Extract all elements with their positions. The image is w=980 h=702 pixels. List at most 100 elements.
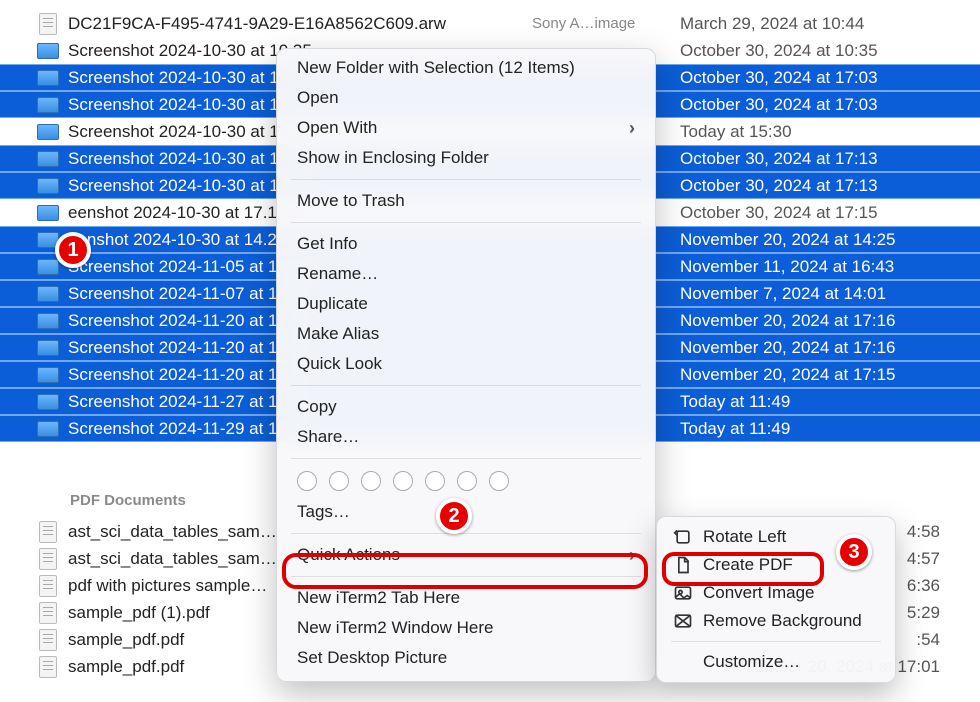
ctx-set-desktop[interactable]: Set Desktop Picture	[277, 643, 655, 673]
file-date: Today at 11:49	[680, 392, 980, 412]
ctx-iterm-window-label: New iTerm2 Window Here	[297, 617, 494, 639]
sub-create-pdf-label: Create PDF	[703, 555, 793, 575]
tag-dot[interactable]	[489, 471, 509, 491]
separator	[291, 576, 641, 577]
tag-dot[interactable]	[297, 471, 317, 491]
ctx-share[interactable]: Share…	[277, 422, 655, 452]
row-icon-cell	[34, 602, 62, 624]
screenshot-icon	[37, 124, 59, 140]
file-date: November 20, 2024 at 14:25	[680, 230, 980, 250]
ctx-open[interactable]: Open	[277, 83, 655, 113]
annotation-badge-3: 3	[836, 534, 872, 570]
ctx-iterm-tab-label: New iTerm2 Tab Here	[297, 587, 460, 609]
screenshot-icon	[37, 70, 59, 86]
ctx-share-label: Share…	[297, 426, 359, 448]
ctx-tags-label: Tags…	[297, 501, 350, 523]
file-date: November 20, 2024 at 17:15	[680, 365, 980, 385]
tag-dot[interactable]	[329, 471, 349, 491]
ctx-show-enclosing-label: Show in Enclosing Folder	[297, 147, 489, 169]
ctx-open-with-label: Open With	[297, 117, 377, 139]
file-row[interactable]: DC21F9CA-F495-4741-9A29-E16A8562C609.arw…	[0, 10, 980, 37]
ctx-iterm-window[interactable]: New iTerm2 Window Here	[277, 613, 655, 643]
ctx-duplicate[interactable]: Duplicate	[277, 289, 655, 319]
screenshot-icon	[37, 205, 59, 221]
row-icon-cell	[34, 43, 62, 59]
tag-dot[interactable]	[393, 471, 413, 491]
ctx-copy-label: Copy	[297, 396, 337, 418]
tag-dot[interactable]	[361, 471, 381, 491]
screenshot-icon	[37, 259, 59, 275]
image-icon	[673, 583, 693, 603]
row-icon-cell	[34, 286, 62, 302]
file-date: October 30, 2024 at 17:03	[680, 95, 980, 115]
file-kind: Sony A…image	[532, 15, 680, 32]
file-date: October 30, 2024 at 17:03	[680, 68, 980, 88]
sub-remove-bg-label: Remove Background	[703, 611, 862, 631]
ctx-show-enclosing[interactable]: Show in Enclosing Folder	[277, 143, 655, 173]
sub-rotate-left-label: Rotate Left	[703, 527, 786, 547]
file-date: Today at 11:49	[680, 419, 980, 439]
ctx-get-info-label: Get Info	[297, 233, 357, 255]
file-icon	[39, 13, 57, 35]
pdf-icon	[39, 656, 57, 678]
pdf-icon	[39, 548, 57, 570]
ctx-make-alias-label: Make Alias	[297, 323, 379, 345]
row-icon-cell	[34, 313, 62, 329]
screenshot-icon	[37, 43, 59, 59]
screenshot-icon	[37, 340, 59, 356]
ctx-rename[interactable]: Rename…	[277, 259, 655, 289]
ctx-open-with[interactable]: Open With ›	[277, 113, 655, 143]
tag-dot[interactable]	[457, 471, 477, 491]
row-icon-cell	[34, 205, 62, 221]
chevron-right-icon: ›	[629, 544, 635, 566]
screenshot-icon	[37, 178, 59, 194]
ctx-quick-look-label: Quick Look	[297, 353, 382, 375]
ctx-quick-look[interactable]: Quick Look	[277, 349, 655, 379]
ctx-new-folder[interactable]: New Folder with Selection (12 Items)	[277, 53, 655, 83]
screenshot-icon	[37, 97, 59, 113]
ctx-move-trash[interactable]: Move to Trash	[277, 186, 655, 216]
ctx-make-alias[interactable]: Make Alias	[277, 319, 655, 349]
screenshot-icon	[37, 421, 59, 437]
ctx-get-info[interactable]: Get Info	[277, 229, 655, 259]
file-date: November 7, 2024 at 14:01	[680, 284, 980, 304]
row-icon-cell	[34, 421, 62, 437]
row-icon-cell	[34, 97, 62, 113]
row-icon-cell	[34, 394, 62, 410]
ctx-move-trash-label: Move to Trash	[297, 190, 405, 212]
screenshot-icon	[37, 394, 59, 410]
row-icon-cell	[34, 124, 62, 140]
file-name: DC21F9CA-F495-4741-9A29-E16A8562C609.arw	[62, 14, 532, 34]
sub-convert-image[interactable]: Convert Image	[657, 579, 895, 607]
sub-customize-label: Customize…	[703, 652, 800, 672]
context-menu: New Folder with Selection (12 Items) Ope…	[276, 48, 656, 682]
screenshot-icon	[37, 286, 59, 302]
pdf-icon	[39, 602, 57, 624]
separator	[291, 222, 641, 223]
ctx-iterm-tab[interactable]: New iTerm2 Tab Here	[277, 583, 655, 613]
file-date: March 29, 2024 at 10:44	[680, 14, 980, 34]
screenshot-icon	[37, 151, 59, 167]
row-icon-cell	[34, 575, 62, 597]
row-icon-cell	[34, 629, 62, 651]
screenshot-icon	[37, 367, 59, 383]
pdf-icon	[39, 629, 57, 651]
row-icon-cell	[34, 340, 62, 356]
sub-customize[interactable]: Customize…	[657, 648, 895, 676]
sub-remove-background[interactable]: Remove Background	[657, 607, 895, 635]
ctx-copy[interactable]: Copy	[277, 392, 655, 422]
row-icon-cell	[34, 548, 62, 570]
file-date: October 30, 2024 at 17:15	[680, 203, 980, 223]
ctx-rename-label: Rename…	[297, 263, 378, 285]
file-date: October 30, 2024 at 17:13	[680, 176, 980, 196]
ctx-quick-actions[interactable]: Quick Actions ›	[277, 540, 655, 570]
file-date: November 11, 2024 at 16:43	[680, 257, 980, 277]
separator	[291, 179, 641, 180]
row-icon-cell	[34, 151, 62, 167]
separator	[291, 533, 641, 534]
chevron-right-icon: ›	[629, 117, 635, 139]
ctx-open-label: Open	[297, 87, 339, 109]
annotation-badge-2: 2	[436, 498, 472, 534]
tag-dot[interactable]	[425, 471, 445, 491]
annotation-badge-1: 1	[55, 232, 91, 268]
